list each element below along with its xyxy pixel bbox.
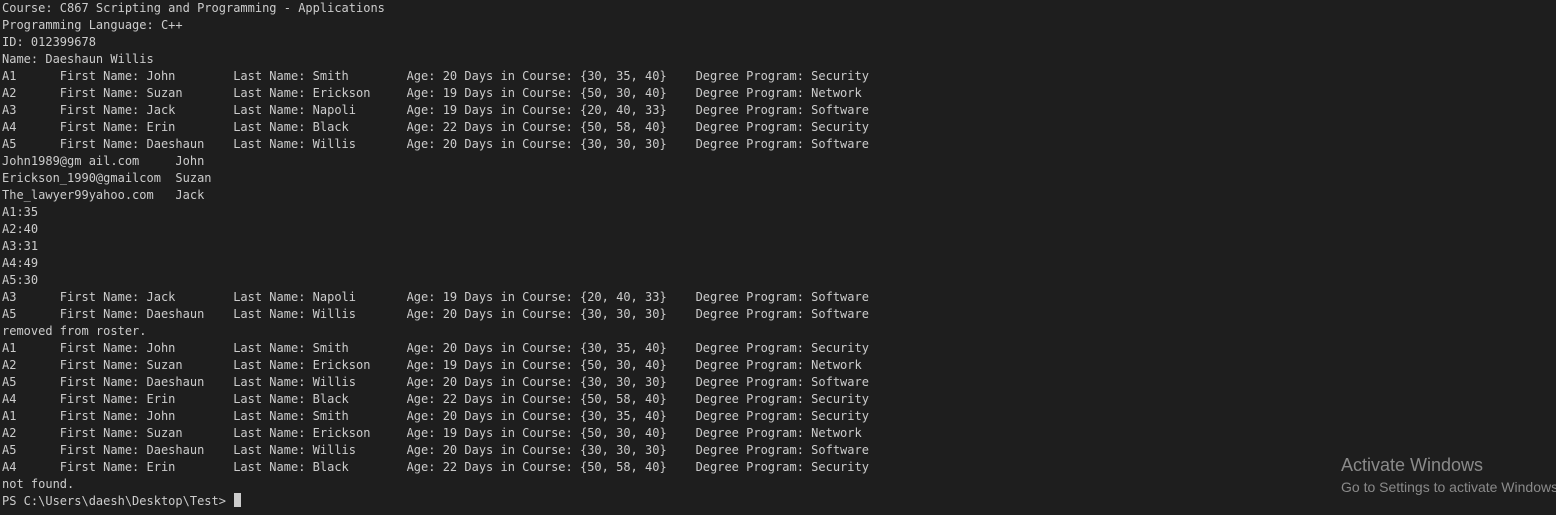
output-line: A3:31 <box>2 239 39 253</box>
output-line: A2:40 <box>2 222 39 236</box>
output-line: A5 First Name: Daeshaun Last Name: Willi… <box>2 137 869 151</box>
activate-windows-watermark: Activate Windows Go to Settings to activ… <box>1341 454 1556 497</box>
output-line: A3 First Name: Jack Last Name: Napoli Ag… <box>2 103 869 117</box>
output-line: The_lawyer99yahoo.com Jack <box>2 188 205 202</box>
output-line: Erickson_1990@gmailcom Suzan <box>2 171 212 185</box>
output-line: A5:30 <box>2 273 39 287</box>
output-line: A1 First Name: John Last Name: Smith Age… <box>2 409 869 423</box>
output-line: A5 First Name: Daeshaun Last Name: Willi… <box>2 443 869 457</box>
output-line: A4 First Name: Erin Last Name: Black Age… <box>2 392 869 406</box>
output-line: A4:49 <box>2 256 39 270</box>
output-line: A5 First Name: Daeshaun Last Name: Willi… <box>2 375 869 389</box>
output-line: A2 First Name: Suzan Last Name: Erickson… <box>2 426 862 440</box>
output-line: A1 First Name: John Last Name: Smith Age… <box>2 69 869 83</box>
output-line: A2 First Name: Suzan Last Name: Erickson… <box>2 358 862 372</box>
output-line: Programming Language: C++ <box>2 18 183 32</box>
output-line: not found. <box>2 477 75 491</box>
terminal-output[interactable]: Course: C867 Scripting and Programming -… <box>0 0 1556 515</box>
output-line: A1:35 <box>2 205 39 219</box>
watermark-subtitle: Go to Settings to activate Windows. <box>1341 479 1556 495</box>
watermark-title: Activate Windows <box>1341 455 1484 475</box>
output-line: A1 First Name: John Last Name: Smith Age… <box>2 341 869 355</box>
output-line: Course: C867 Scripting and Programming -… <box>2 1 385 15</box>
shell-prompt: PS C:\Users\daesh\Desktop\Test> <box>2 494 234 508</box>
output-line: A2 First Name: Suzan Last Name: Erickson… <box>2 86 862 100</box>
output-lines: Course: C867 Scripting and Programming -… <box>2 0 1556 493</box>
output-line: A4 First Name: Erin Last Name: Black Age… <box>2 460 869 474</box>
output-line: A4 First Name: Erin Last Name: Black Age… <box>2 120 869 134</box>
output-line: John1989@gm ail.com John <box>2 154 205 168</box>
prompt-line[interactable]: PS C:\Users\daesh\Desktop\Test> <box>2 493 1556 510</box>
output-line: removed from roster. <box>2 324 147 338</box>
output-line: A5 First Name: Daeshaun Last Name: Willi… <box>2 307 869 321</box>
text-cursor <box>234 493 242 507</box>
output-line: ID: 012399678 <box>2 35 96 49</box>
output-line: Name: Daeshaun Willis <box>2 52 154 66</box>
output-line: A3 First Name: Jack Last Name: Napoli Ag… <box>2 290 869 304</box>
